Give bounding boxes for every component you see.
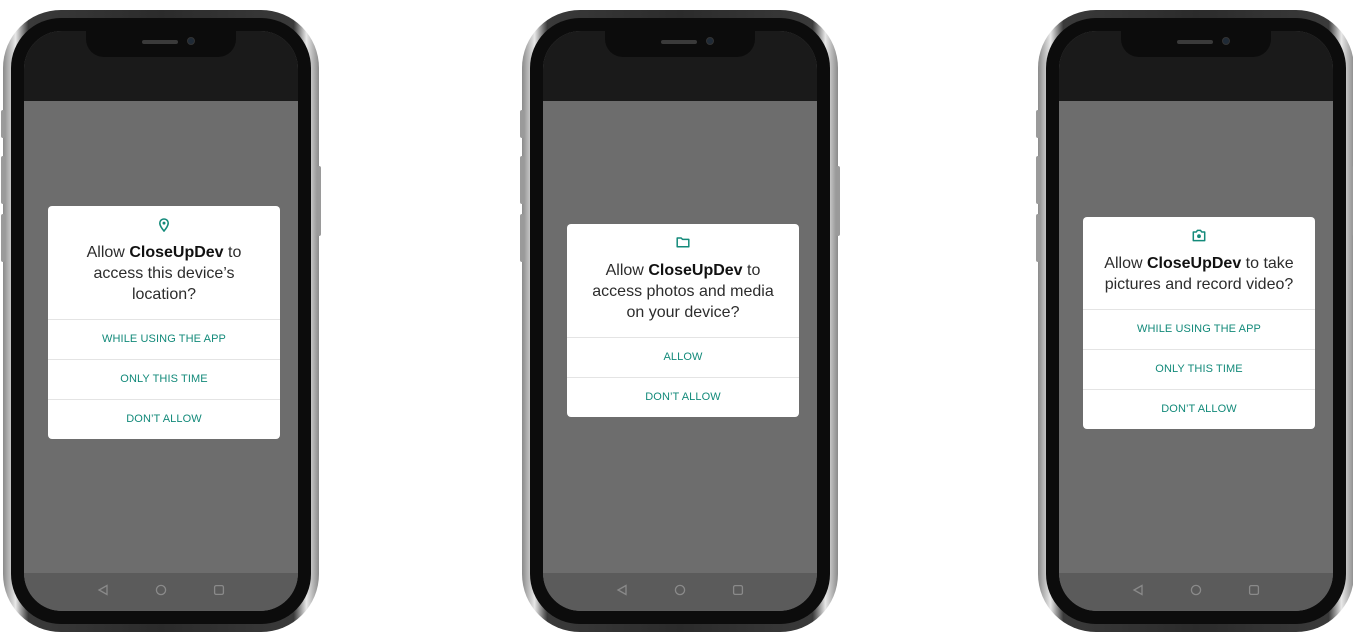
dialog-title: Allow CloseUpDev to take pictures and re… [1104, 255, 1294, 293]
permission-dialog: Allow CloseUpDev to take pictures and re… [1083, 217, 1315, 429]
screen: Allow CloseUpDev to access photos and me… [543, 31, 817, 611]
recent-apps-icon[interactable] [213, 583, 225, 601]
nav-bar [1059, 573, 1333, 611]
notch [605, 31, 755, 57]
dont-allow-button[interactable]: DON’T ALLOW [48, 399, 280, 439]
recent-apps-icon[interactable] [1248, 583, 1260, 601]
front-camera [187, 37, 195, 45]
notch [86, 31, 236, 57]
back-icon[interactable] [97, 583, 109, 601]
permission-dialog: Allow CloseUpDev to access this device’s… [48, 206, 280, 439]
volume-up-button [520, 156, 524, 204]
status-bar [24, 31, 298, 101]
dont-allow-button[interactable]: DON’T ALLOW [1083, 389, 1315, 429]
only-this-time-button[interactable]: ONLY THIS TIME [48, 359, 280, 399]
front-camera [706, 37, 714, 45]
status-bar [1059, 31, 1333, 101]
power-button [836, 166, 840, 236]
status-bar [543, 31, 817, 101]
dialog-title: Allow CloseUpDev to access photos and me… [592, 262, 774, 321]
app-name: CloseUpDev [129, 244, 224, 261]
back-icon[interactable] [1132, 583, 1144, 601]
while-using-app-button[interactable]: WHILE USING THE APP [1083, 309, 1315, 349]
nav-bar [543, 573, 817, 611]
app-name: CloseUpDev [648, 262, 743, 279]
while-using-app-button[interactable]: WHILE USING THE APP [48, 319, 280, 359]
power-button [317, 166, 321, 236]
recent-apps-icon[interactable] [732, 583, 744, 601]
notch [1121, 31, 1271, 57]
home-icon[interactable] [155, 583, 167, 601]
volume-down-button [1, 214, 5, 262]
dialog-title: Allow CloseUpDev to access this device’s… [86, 244, 242, 303]
phone-2: Allow CloseUpDev to access photos and me… [520, 10, 840, 632]
screen: Allow CloseUpDev to take pictures and re… [1059, 31, 1333, 611]
nav-bar [24, 573, 298, 611]
dont-allow-button[interactable]: DON’T ALLOW [567, 377, 799, 417]
speaker [1177, 40, 1213, 44]
front-camera [1222, 37, 1230, 45]
home-icon[interactable] [1190, 583, 1202, 601]
volume-down-button [520, 214, 524, 262]
only-this-time-button[interactable]: ONLY THIS TIME [1083, 349, 1315, 389]
screen: Allow CloseUpDev to access this device’s… [24, 31, 298, 611]
volume-up-button [1, 156, 5, 204]
allow-button[interactable]: ALLOW [567, 337, 799, 377]
volume-down-button [1036, 214, 1040, 262]
speaker [142, 40, 178, 44]
home-icon[interactable] [674, 583, 686, 601]
volume-up-button [1036, 156, 1040, 204]
phone-3: Allow CloseUpDev to take pictures and re… [1036, 10, 1353, 632]
folder-icon [567, 224, 799, 254]
speaker [661, 40, 697, 44]
side-button [1036, 110, 1040, 138]
phone-1: Allow CloseUpDev to access this device’s… [1, 10, 321, 632]
permission-dialog: Allow CloseUpDev to access photos and me… [567, 224, 799, 417]
location-pin-icon [48, 206, 280, 236]
side-button [1, 110, 5, 138]
side-button [520, 110, 524, 138]
app-name: CloseUpDev [1146, 255, 1242, 272]
back-icon[interactable] [616, 583, 628, 601]
camera-icon [1083, 217, 1315, 247]
